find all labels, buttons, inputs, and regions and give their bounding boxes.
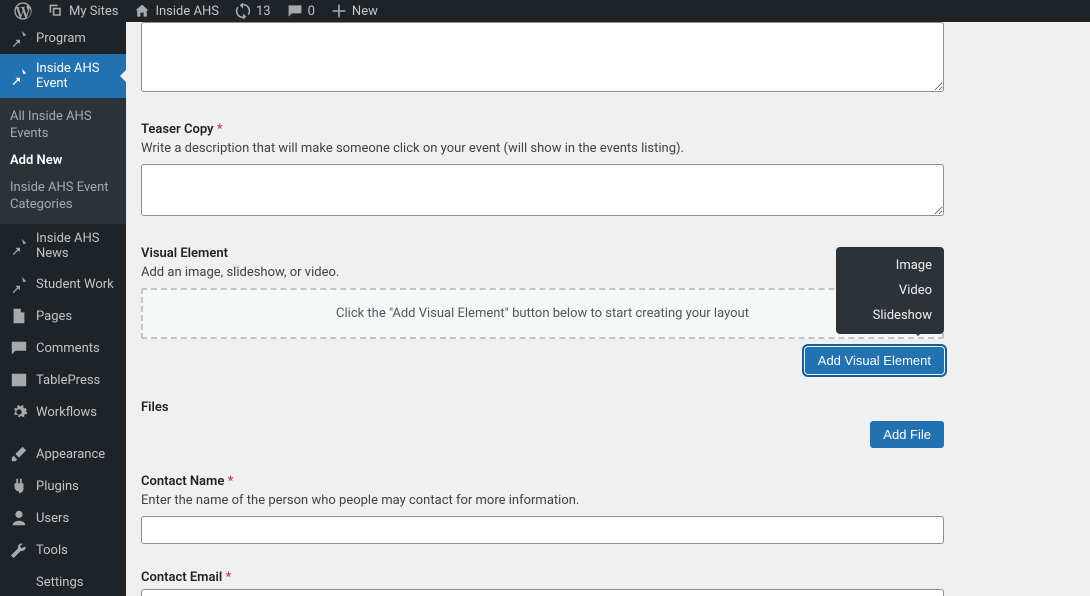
sidebar-item-pages[interactable]: Pages bbox=[0, 300, 126, 332]
sidebar-item-label: Settings bbox=[36, 575, 83, 590]
my-sites-label: My Sites bbox=[69, 4, 118, 19]
teaser-description: Write a description that will make someo… bbox=[141, 141, 944, 156]
sidebar-item-label: Plugins bbox=[36, 479, 79, 494]
sidebar-item-label: Student Work bbox=[36, 277, 114, 292]
visual-menu-image[interactable]: Image bbox=[836, 253, 944, 278]
add-file-button[interactable]: Add File bbox=[870, 421, 944, 448]
visual-type-menu: Image Video Slideshow bbox=[836, 247, 944, 334]
plug-icon bbox=[10, 477, 28, 495]
home-icon bbox=[134, 3, 150, 19]
sidebar-item-label: Inside AHS News bbox=[36, 231, 116, 261]
sidebar-item-label: TablePress bbox=[36, 373, 100, 388]
wordpress-icon bbox=[14, 2, 32, 20]
sidebar-item-program[interactable]: Program bbox=[0, 22, 126, 54]
comments-count: 0 bbox=[308, 4, 315, 19]
visual-menu-slideshow[interactable]: Slideshow bbox=[836, 303, 944, 328]
contact-name-description: Enter the name of the person who people … bbox=[141, 493, 944, 508]
contact-name-label: Contact Name * bbox=[141, 474, 944, 489]
required-indicator: * bbox=[225, 570, 231, 585]
updates-menu[interactable]: 13 bbox=[227, 0, 279, 22]
field-files: Files Add File bbox=[141, 400, 944, 448]
wp-logo[interactable] bbox=[6, 0, 40, 22]
brush-icon bbox=[10, 445, 28, 463]
sidebar-item-settings[interactable]: Settings bbox=[0, 566, 126, 596]
sidebar-submenu-events: All Inside AHS Events Add New Inside AHS… bbox=[0, 98, 126, 224]
site-name-label: Inside AHS bbox=[155, 4, 219, 19]
required-indicator: * bbox=[228, 474, 234, 489]
field-contact-email: Contact Email * bbox=[141, 570, 944, 596]
updates-count: 13 bbox=[256, 4, 271, 19]
sidebar-item-comments[interactable]: Comments bbox=[0, 332, 126, 364]
visual-description: Add an image, slideshow, or video. bbox=[141, 265, 944, 280]
sidebar-item-label: Workflows bbox=[36, 405, 97, 420]
pin-icon bbox=[10, 29, 28, 47]
update-icon bbox=[235, 3, 251, 19]
field-contact-name: Contact Name * Enter the name of the per… bbox=[141, 474, 944, 544]
sidebar-item-label: Inside AHS Event bbox=[36, 61, 116, 91]
sidebar-item-inside-ahs-event[interactable]: Inside AHS Event bbox=[0, 54, 126, 98]
teaser-textarea[interactable] bbox=[141, 164, 944, 216]
required-indicator: * bbox=[217, 122, 223, 137]
sidebar-subitem-all-events[interactable]: All Inside AHS Events bbox=[0, 104, 126, 148]
admin-toolbar: My Sites Inside AHS 13 0 New bbox=[0, 0, 1090, 22]
body-textarea[interactable] bbox=[141, 22, 944, 92]
sidebar-item-label: Tools bbox=[36, 543, 68, 558]
teaser-label: Teaser Copy * bbox=[141, 122, 944, 137]
main-content: Teaser Copy * Write a description that w… bbox=[126, 22, 1090, 596]
sidebar-item-label: Users bbox=[36, 511, 69, 526]
sliders-icon bbox=[10, 573, 28, 591]
sidebar-item-workflows[interactable]: Workflows bbox=[0, 396, 126, 428]
pin-icon bbox=[10, 237, 28, 255]
sidebar-item-tablepress[interactable]: TablePress bbox=[0, 364, 126, 396]
wrench-icon bbox=[10, 541, 28, 559]
table-icon bbox=[10, 371, 28, 389]
multisite-icon bbox=[48, 3, 64, 19]
sidebar-separator bbox=[0, 428, 126, 438]
contact-name-input[interactable] bbox=[141, 516, 944, 544]
visual-label: Visual Element bbox=[141, 246, 944, 261]
sidebar-item-label: Comments bbox=[36, 341, 100, 356]
sidebar-item-student-work[interactable]: Student Work bbox=[0, 268, 126, 300]
comments-menu[interactable]: 0 bbox=[279, 0, 323, 22]
contact-email-label: Contact Email * bbox=[141, 570, 944, 585]
pin-icon bbox=[10, 67, 28, 85]
files-label: Files bbox=[141, 400, 944, 415]
visual-menu-video[interactable]: Video bbox=[836, 278, 944, 303]
field-teaser-copy: Teaser Copy * Write a description that w… bbox=[141, 122, 944, 220]
user-icon bbox=[10, 509, 28, 527]
my-sites-menu[interactable]: My Sites bbox=[40, 0, 126, 22]
new-label: New bbox=[352, 4, 378, 19]
sidebar-subitem-categories[interactable]: Inside AHS Event Categories bbox=[0, 175, 126, 219]
pages-icon bbox=[10, 307, 28, 325]
plus-icon bbox=[331, 3, 347, 19]
pin-icon bbox=[10, 275, 28, 293]
site-home-menu[interactable]: Inside AHS bbox=[126, 0, 227, 22]
sidebar-item-users[interactable]: Users bbox=[0, 502, 126, 534]
admin-sidebar: Program Inside AHS Event All Inside AHS … bbox=[0, 22, 126, 596]
contact-email-input[interactable] bbox=[141, 589, 944, 596]
comment-icon bbox=[287, 3, 303, 19]
sidebar-subitem-add-new[interactable]: Add New bbox=[0, 148, 126, 175]
sidebar-item-tools[interactable]: Tools bbox=[0, 534, 126, 566]
sidebar-item-appearance[interactable]: Appearance bbox=[0, 438, 126, 470]
add-visual-element-button[interactable]: Add Visual Element bbox=[805, 347, 944, 374]
sidebar-item-label: Program bbox=[36, 31, 86, 46]
sidebar-item-label: Appearance bbox=[36, 447, 105, 462]
gear-icon bbox=[10, 403, 28, 421]
new-content-menu[interactable]: New bbox=[323, 0, 386, 22]
visual-placeholder-text: Click the "Add Visual Element" button be… bbox=[336, 306, 749, 321]
comment-icon bbox=[10, 339, 28, 357]
visual-element-dropzone[interactable]: Click the "Add Visual Element" button be… bbox=[141, 288, 944, 339]
sidebar-item-label: Pages bbox=[36, 309, 72, 324]
sidebar-item-plugins[interactable]: Plugins bbox=[0, 470, 126, 502]
sidebar-item-inside-ahs-news[interactable]: Inside AHS News bbox=[0, 224, 126, 268]
field-visual-element: Visual Element Add an image, slideshow, … bbox=[141, 246, 944, 374]
